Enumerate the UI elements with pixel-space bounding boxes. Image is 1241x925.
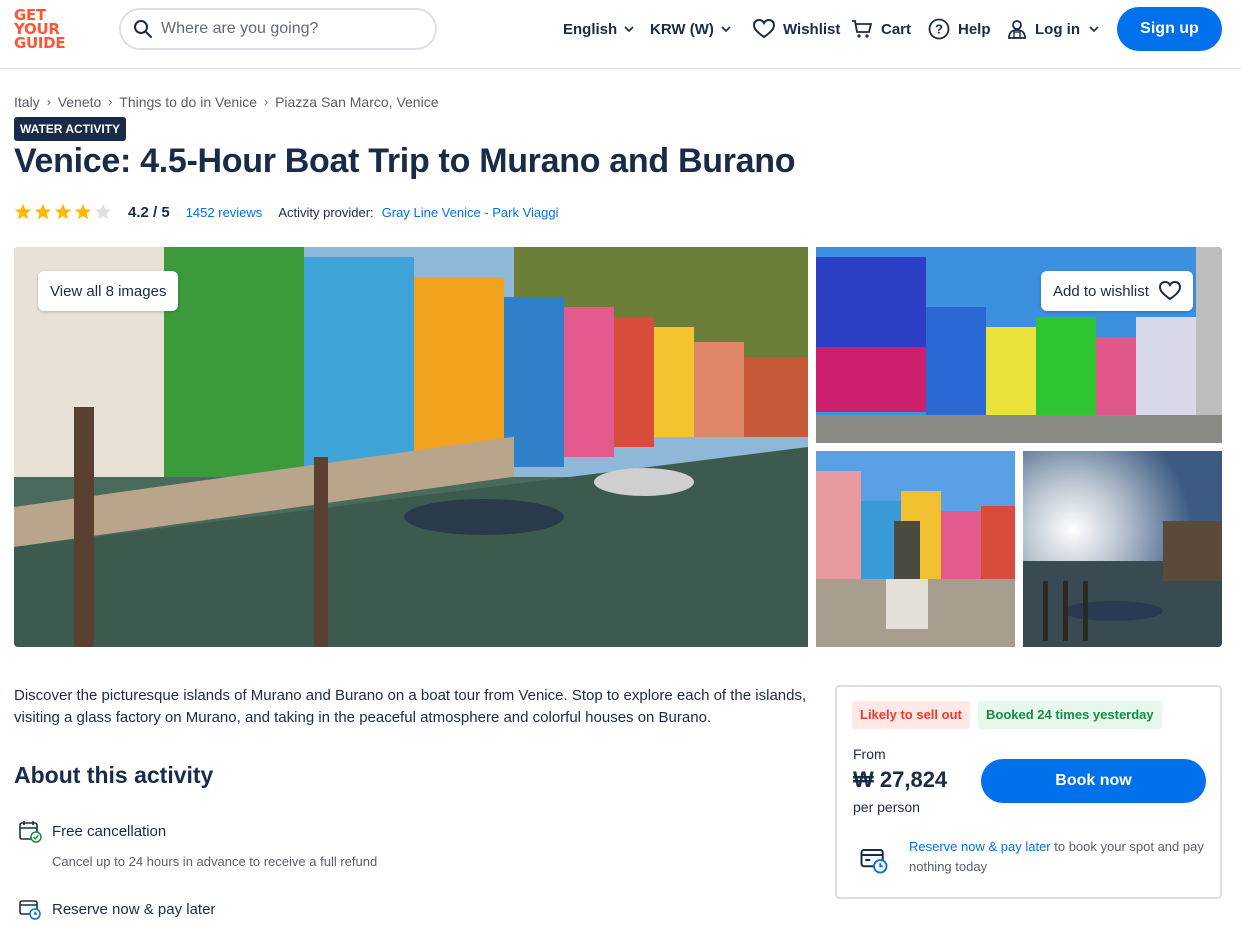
- wishlist-label: Wishlist: [783, 20, 841, 38]
- booking-card: Likely to sell out Booked 24 times yeste…: [835, 685, 1222, 899]
- feature-free-cancellation: Free cancellation: [18, 819, 166, 843]
- star-filled-icon: [34, 203, 52, 220]
- getyourguide-logo[interactable]: GET YOUR GUIDE: [14, 8, 72, 52]
- calendar-check-icon: [19, 821, 42, 843]
- provider-link[interactable]: Gray Line Venice - Park Viaggi: [382, 205, 559, 220]
- signup-button[interactable]: Sign up: [1117, 7, 1222, 51]
- about-title: About this activity: [14, 762, 214, 788]
- price-per-label: per person: [853, 799, 920, 815]
- language-selector[interactable]: English: [563, 18, 635, 40]
- chevron-down-icon: [1089, 26, 1099, 33]
- reserve-note: Reserve now & pay later to book your spo…: [909, 837, 1209, 877]
- cart-label: Cart: [881, 20, 912, 38]
- currency-label: KRW (W): [650, 20, 714, 38]
- price-value: ₩ 27,824: [853, 767, 948, 792]
- breadcrumb-italy[interactable]: Italy: [14, 94, 40, 110]
- chevron-right-icon: ›: [108, 95, 113, 109]
- star-filled-icon: [14, 203, 32, 220]
- search-input[interactable]: [161, 20, 411, 38]
- card-clock-icon: [19, 900, 41, 920]
- help-link[interactable]: ? Help: [928, 18, 991, 40]
- rating-row: 4.2 / 5 1452 reviews Activity provider: …: [14, 201, 559, 223]
- heart-icon: [1158, 281, 1181, 301]
- heart-icon: [753, 19, 775, 39]
- login-menu[interactable]: Log in: [1007, 18, 1100, 40]
- rating-value: 4.2 / 5: [128, 203, 170, 221]
- cart-icon: [852, 20, 873, 38]
- breadcrumb-things-to-do[interactable]: Things to do in Venice: [119, 94, 257, 110]
- star-empty-icon: [94, 203, 112, 220]
- breadcrumb: Italy › Veneto › Things to do in Venice …: [14, 94, 438, 110]
- help-label: Help: [958, 20, 991, 38]
- language-label: English: [563, 20, 618, 38]
- site-header: GET YOUR GUIDE English KRW (W) Wishlist …: [0, 0, 1241, 69]
- star-filled-icon: [54, 203, 72, 220]
- breadcrumb-piazza-san-marco[interactable]: Piazza San Marco, Venice: [275, 94, 438, 110]
- help-icon: ?: [928, 18, 950, 40]
- reviews-link[interactable]: 1452 reviews: [186, 205, 263, 220]
- search-icon: [134, 20, 152, 38]
- feature-title: Reserve now & pay later: [52, 900, 216, 918]
- view-all-images-button[interactable]: View all 8 images: [38, 271, 179, 311]
- currency-selector[interactable]: KRW (W): [650, 18, 732, 40]
- gallery-image-3[interactable]: [816, 451, 1015, 647]
- chevron-down-icon: [624, 26, 634, 33]
- wishlist-link[interactable]: Wishlist: [753, 18, 840, 40]
- chevron-right-icon: ›: [264, 95, 269, 109]
- category-badge: WATER ACTIVITY: [14, 117, 126, 141]
- chevron-down-icon: [721, 26, 731, 33]
- login-label: Log in: [1035, 20, 1080, 38]
- svg-text:?: ?: [935, 22, 943, 37]
- book-now-button[interactable]: Book now: [981, 759, 1206, 803]
- user-icon: [1008, 20, 1026, 39]
- provider-label: Activity provider:: [278, 204, 374, 220]
- likely-sell-out-tag: Likely to sell out: [852, 701, 970, 729]
- activity-description: Discover the picturesque islands of Mura…: [14, 687, 807, 726]
- star-rating: [14, 203, 112, 221]
- reserve-later-link[interactable]: Reserve now & pay later: [909, 839, 1051, 854]
- breadcrumb-veneto[interactable]: Veneto: [58, 94, 102, 110]
- chevron-right-icon: ›: [46, 95, 51, 109]
- search-bar[interactable]: [119, 8, 437, 50]
- feature-subtitle: Cancel up to 24 hours in advance to rece…: [52, 854, 378, 869]
- cart-link[interactable]: Cart: [851, 18, 911, 40]
- card-clock-icon: [860, 849, 888, 874]
- gallery-image-4[interactable]: [1023, 451, 1222, 647]
- logo-line-3: GUIDE: [14, 34, 66, 52]
- price-from-label: From: [853, 746, 886, 762]
- add-to-wishlist-button[interactable]: Add to wishlist: [1041, 271, 1193, 311]
- page-title: Venice: 4.5-Hour Boat Trip to Murano and…: [14, 142, 796, 180]
- booked-yesterday-tag: Booked 24 times yesterday: [978, 701, 1162, 729]
- feature-title: Free cancellation: [52, 822, 167, 840]
- add-to-wishlist-label: Add to wishlist: [1053, 282, 1149, 300]
- star-filled-icon: [74, 203, 92, 220]
- feature-reserve-now: Reserve now & pay later: [18, 897, 215, 921]
